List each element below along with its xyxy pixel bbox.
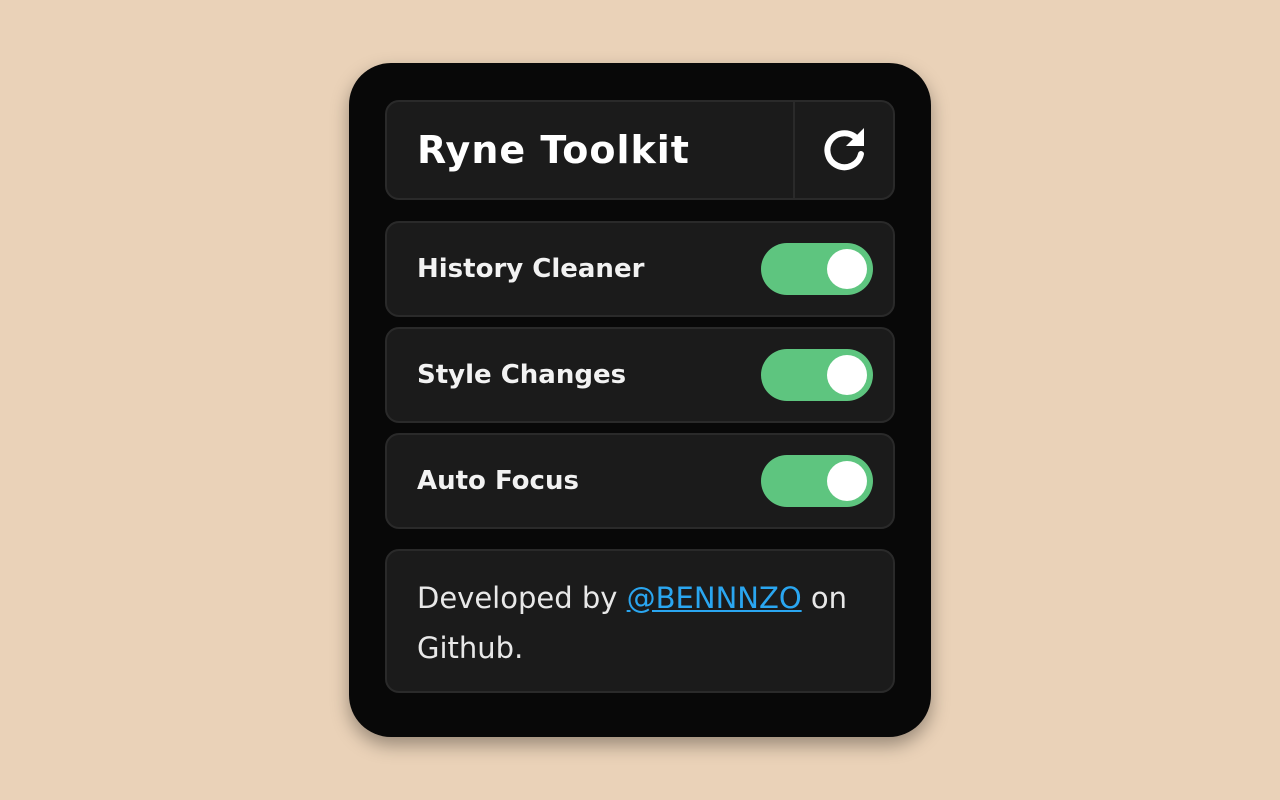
app-title: Ryne Toolkit	[417, 128, 690, 172]
refresh-button[interactable]	[793, 102, 893, 198]
github-profile-link[interactable]: @BENNNZO	[627, 581, 802, 615]
toolkit-popup: Ryne Toolkit History Cleaner Style Chang…	[349, 63, 931, 737]
footer-prefix: Developed by	[417, 581, 627, 615]
auto-focus-toggle[interactable]	[761, 455, 873, 507]
history-cleaner-toggle[interactable]	[761, 243, 873, 295]
header-card: Ryne Toolkit	[385, 100, 895, 200]
style-changes-toggle[interactable]	[761, 349, 873, 401]
refresh-icon	[824, 128, 864, 171]
toggle-knob	[827, 461, 867, 501]
toggle-knob	[827, 355, 867, 395]
setting-row-auto-focus: Auto Focus	[385, 433, 895, 529]
setting-row-history-cleaner: History Cleaner	[385, 221, 895, 317]
setting-row-style-changes: Style Changes	[385, 327, 895, 423]
setting-label: History Cleaner	[417, 254, 645, 284]
setting-label: Auto Focus	[417, 466, 579, 496]
setting-label: Style Changes	[417, 360, 627, 390]
footer-card: Developed by @BENNNZO on Github.	[385, 549, 895, 693]
toggle-knob	[827, 249, 867, 289]
